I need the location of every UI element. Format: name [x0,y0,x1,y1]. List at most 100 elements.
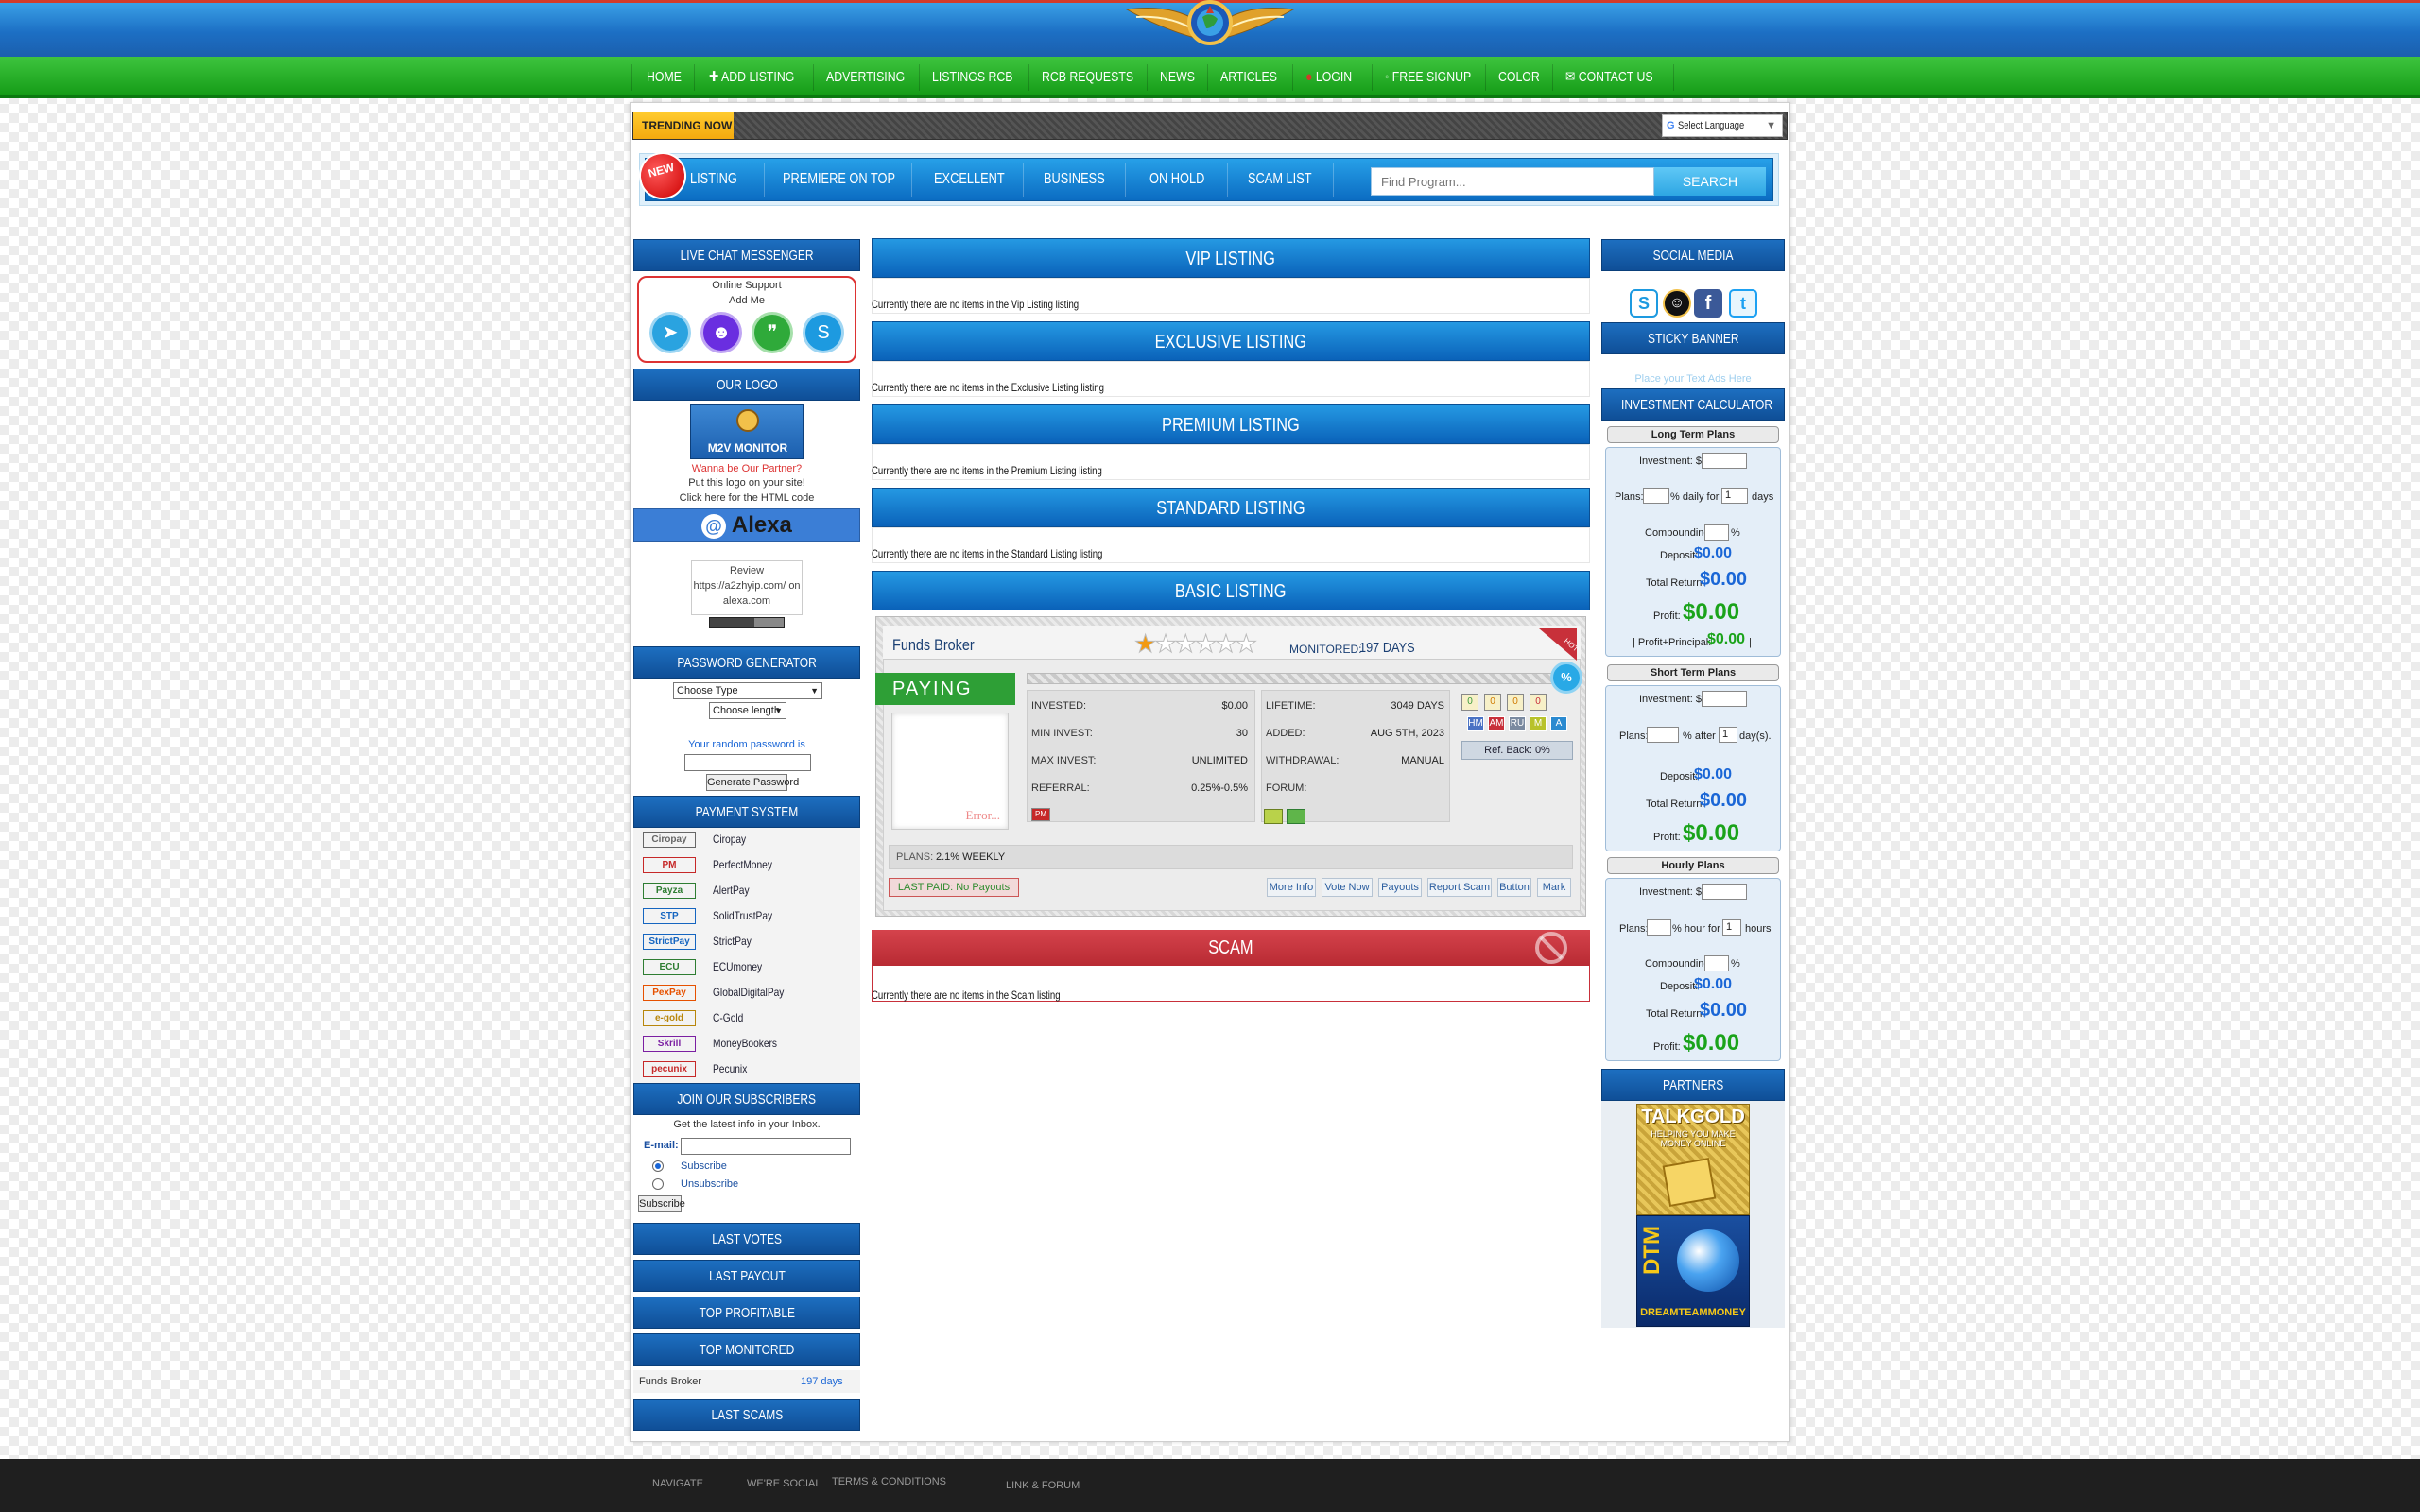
forum-icon[interactable] [1264,809,1283,824]
hourly-hours-input[interactable]: 1 [1722,919,1741,936]
nav-advertising[interactable]: ADVERTISING [826,57,905,98]
hourly-investment-input[interactable] [1702,884,1747,900]
star-empty-icon[interactable]: ★ [1235,629,1257,658]
search-input[interactable] [1371,167,1654,196]
star-empty-icon[interactable]: ★ [1174,629,1197,658]
site-logo-emblem[interactable] [1123,0,1297,53]
footer-social[interactable]: WE'RE SOCIAL [747,1478,821,1489]
cat-premiere-on-top[interactable]: PREMIERE ON TOP [783,158,895,201]
facebook-social-icon[interactable]: f [1694,289,1722,318]
generate-password-button[interactable]: Generate Password [706,774,799,791]
hourly-compounding-input[interactable] [1704,955,1729,971]
alexa-banner[interactable]: @ Alexa [633,508,860,542]
short-days-input[interactable]: 1 [1719,727,1737,743]
nav-add-listing[interactable]: ✚ ADD LISTING [709,57,794,98]
payment-item[interactable]: StrictPay StrictPay [641,931,858,954]
top-monitored-header[interactable]: TOP MONITORED [633,1333,860,1366]
star-filled-icon[interactable]: ★ [1133,629,1156,658]
nav-rcb-requests[interactable]: RCB REQUESTS [1042,57,1133,98]
program-action-button[interactable]: Vote Now [1322,878,1373,897]
subscribe-radio[interactable] [652,1160,664,1172]
star-empty-icon[interactable]: ★ [1215,629,1237,658]
nav-news[interactable]: NEWS [1160,57,1195,98]
qq-social-icon[interactable]: ☺ [1663,289,1691,318]
subscribe-button[interactable]: Subscribe [638,1195,685,1212]
payment-item[interactable]: PexPay GlobalDigitalPay [641,982,858,1005]
payment-item[interactable]: ECU ECUmoney [641,956,858,979]
last-scams-header[interactable]: LAST SCAMS [633,1399,860,1431]
payment-item[interactable]: pecunix Pecunix [641,1058,858,1081]
long-compounding-input[interactable] [1704,524,1729,541]
footer-link-forum[interactable]: LINK & FORUM [1006,1480,1080,1491]
monitor-badge[interactable]: M [1530,716,1547,731]
program-name[interactable]: Funds Broker [892,636,975,655]
password-output-field[interactable] [684,754,811,771]
password-length-select[interactable]: Choose length ▼ [709,702,786,719]
monitor-badge[interactable]: RU [1509,716,1526,731]
nav-color[interactable]: COLOR [1498,57,1540,98]
dreamteammoney-banner[interactable]: DTM DREAMTEAMMONEY [1636,1215,1750,1327]
nav-articles[interactable]: ARTICLES [1220,57,1277,98]
talkgold-subtitle: HELPING YOU MAKE MONEY ONLINE [1651,1129,1736,1148]
cat-excellent[interactable]: EXCELLENT [934,158,1005,201]
payment-item[interactable]: Skrill MoneyBookers [641,1033,858,1056]
footer-navigate[interactable]: NAVIGATE [652,1478,703,1489]
nav-free-signup[interactable]: ◦ FREE SIGNUP [1385,57,1471,98]
forum-link-icon[interactable] [1287,809,1305,824]
twitter-social-icon[interactable]: t [1729,289,1757,318]
cat-scam-list[interactable]: SCAM LIST [1248,158,1312,201]
alexa-review-image[interactable]: Review https://a2zhyip.com/ on alexa.com [691,560,803,615]
star-empty-icon[interactable]: ★ [1154,629,1177,658]
payment-item[interactable]: STP SolidTrustPay [641,905,858,928]
password-type-select[interactable]: Choose Type ▼ [673,682,822,699]
sticky-banner-text[interactable]: Place your Text Ads Here [1601,373,1785,385]
monitor-badge[interactable]: A [1550,716,1567,731]
cat-listing[interactable]: LISTING [690,158,737,201]
subscribe-email-input[interactable] [681,1138,851,1155]
program-action-button[interactable]: Report Scam [1427,878,1492,897]
short-investment-input[interactable] [1702,691,1747,707]
telegram-icon[interactable]: ➤ [649,312,691,353]
last-votes-header[interactable]: LAST VOTES [633,1223,860,1255]
payment-item[interactable]: PM PerfectMoney [641,854,858,877]
program-action-button[interactable]: More Info [1267,878,1316,897]
talkgold-banner[interactable]: TALKGOLD HELPING YOU MAKE MONEY ONLINE [1636,1104,1750,1215]
long-days-input[interactable]: 1 [1721,488,1748,504]
program-action-button[interactable]: Mark [1537,878,1571,897]
monitor-badge[interactable]: HM [1467,716,1484,731]
program-action-button[interactable]: Button [1497,878,1531,897]
cat-on-hold[interactable]: ON HOLD [1150,158,1204,201]
star-empty-icon[interactable]: ★ [1194,629,1217,658]
payment-item[interactable]: e-gold C-Gold [641,1007,858,1030]
language-select[interactable]: G Select Language ▼ [1662,114,1783,137]
payment-item[interactable]: Payza AlertPay [641,880,858,902]
m2v-logo-image[interactable]: M2V MONITOR [690,404,804,459]
html-code-link[interactable]: Click here for the HTML code [633,492,860,504]
short-rate-input[interactable] [1647,727,1679,743]
skype-icon[interactable]: S [803,312,844,353]
percent-icon[interactable]: % [1550,662,1582,694]
rating-stars[interactable]: ★★★★★★ [1133,629,1267,658]
top-profitable-header[interactable]: TOP PROFITABLE [633,1297,860,1329]
payment-item[interactable]: Ciropay Ciropay [641,829,858,851]
long-rate-input[interactable] [1643,488,1669,504]
top-monitored-row[interactable]: Funds Broker 197 days [633,1370,860,1393]
last-payout-header[interactable]: LAST PAYOUT [633,1260,860,1292]
hourly-rate-input[interactable] [1647,919,1671,936]
nav-login[interactable]: ● LOGIN [1305,57,1352,98]
search-button[interactable]: SEARCH [1654,167,1766,196]
nav-home[interactable]: HOME [647,57,682,98]
program-action-button[interactable]: Payouts [1378,878,1422,897]
program-screenshot[interactable]: Error... [891,713,1009,830]
yahoo-messenger-icon[interactable]: ☻ [700,312,742,353]
cat-business[interactable]: BUSINESS [1044,158,1105,201]
skype-social-icon[interactable]: S [1630,289,1658,318]
imo-icon[interactable]: ❞ [752,312,793,353]
unsubscribe-radio[interactable] [652,1178,664,1190]
long-investment-input[interactable] [1702,453,1747,469]
monitor-badge[interactable]: AM [1488,716,1505,731]
nav-contact-us[interactable]: ✉ CONTACT US [1565,57,1653,98]
nav-listings-rcb[interactable]: LISTINGS RCB [932,57,1012,98]
footer-terms[interactable]: TERMS & CONDITIONS [832,1476,946,1487]
subscribers-info: Get the latest info in your Inbox. [673,1119,821,1130]
